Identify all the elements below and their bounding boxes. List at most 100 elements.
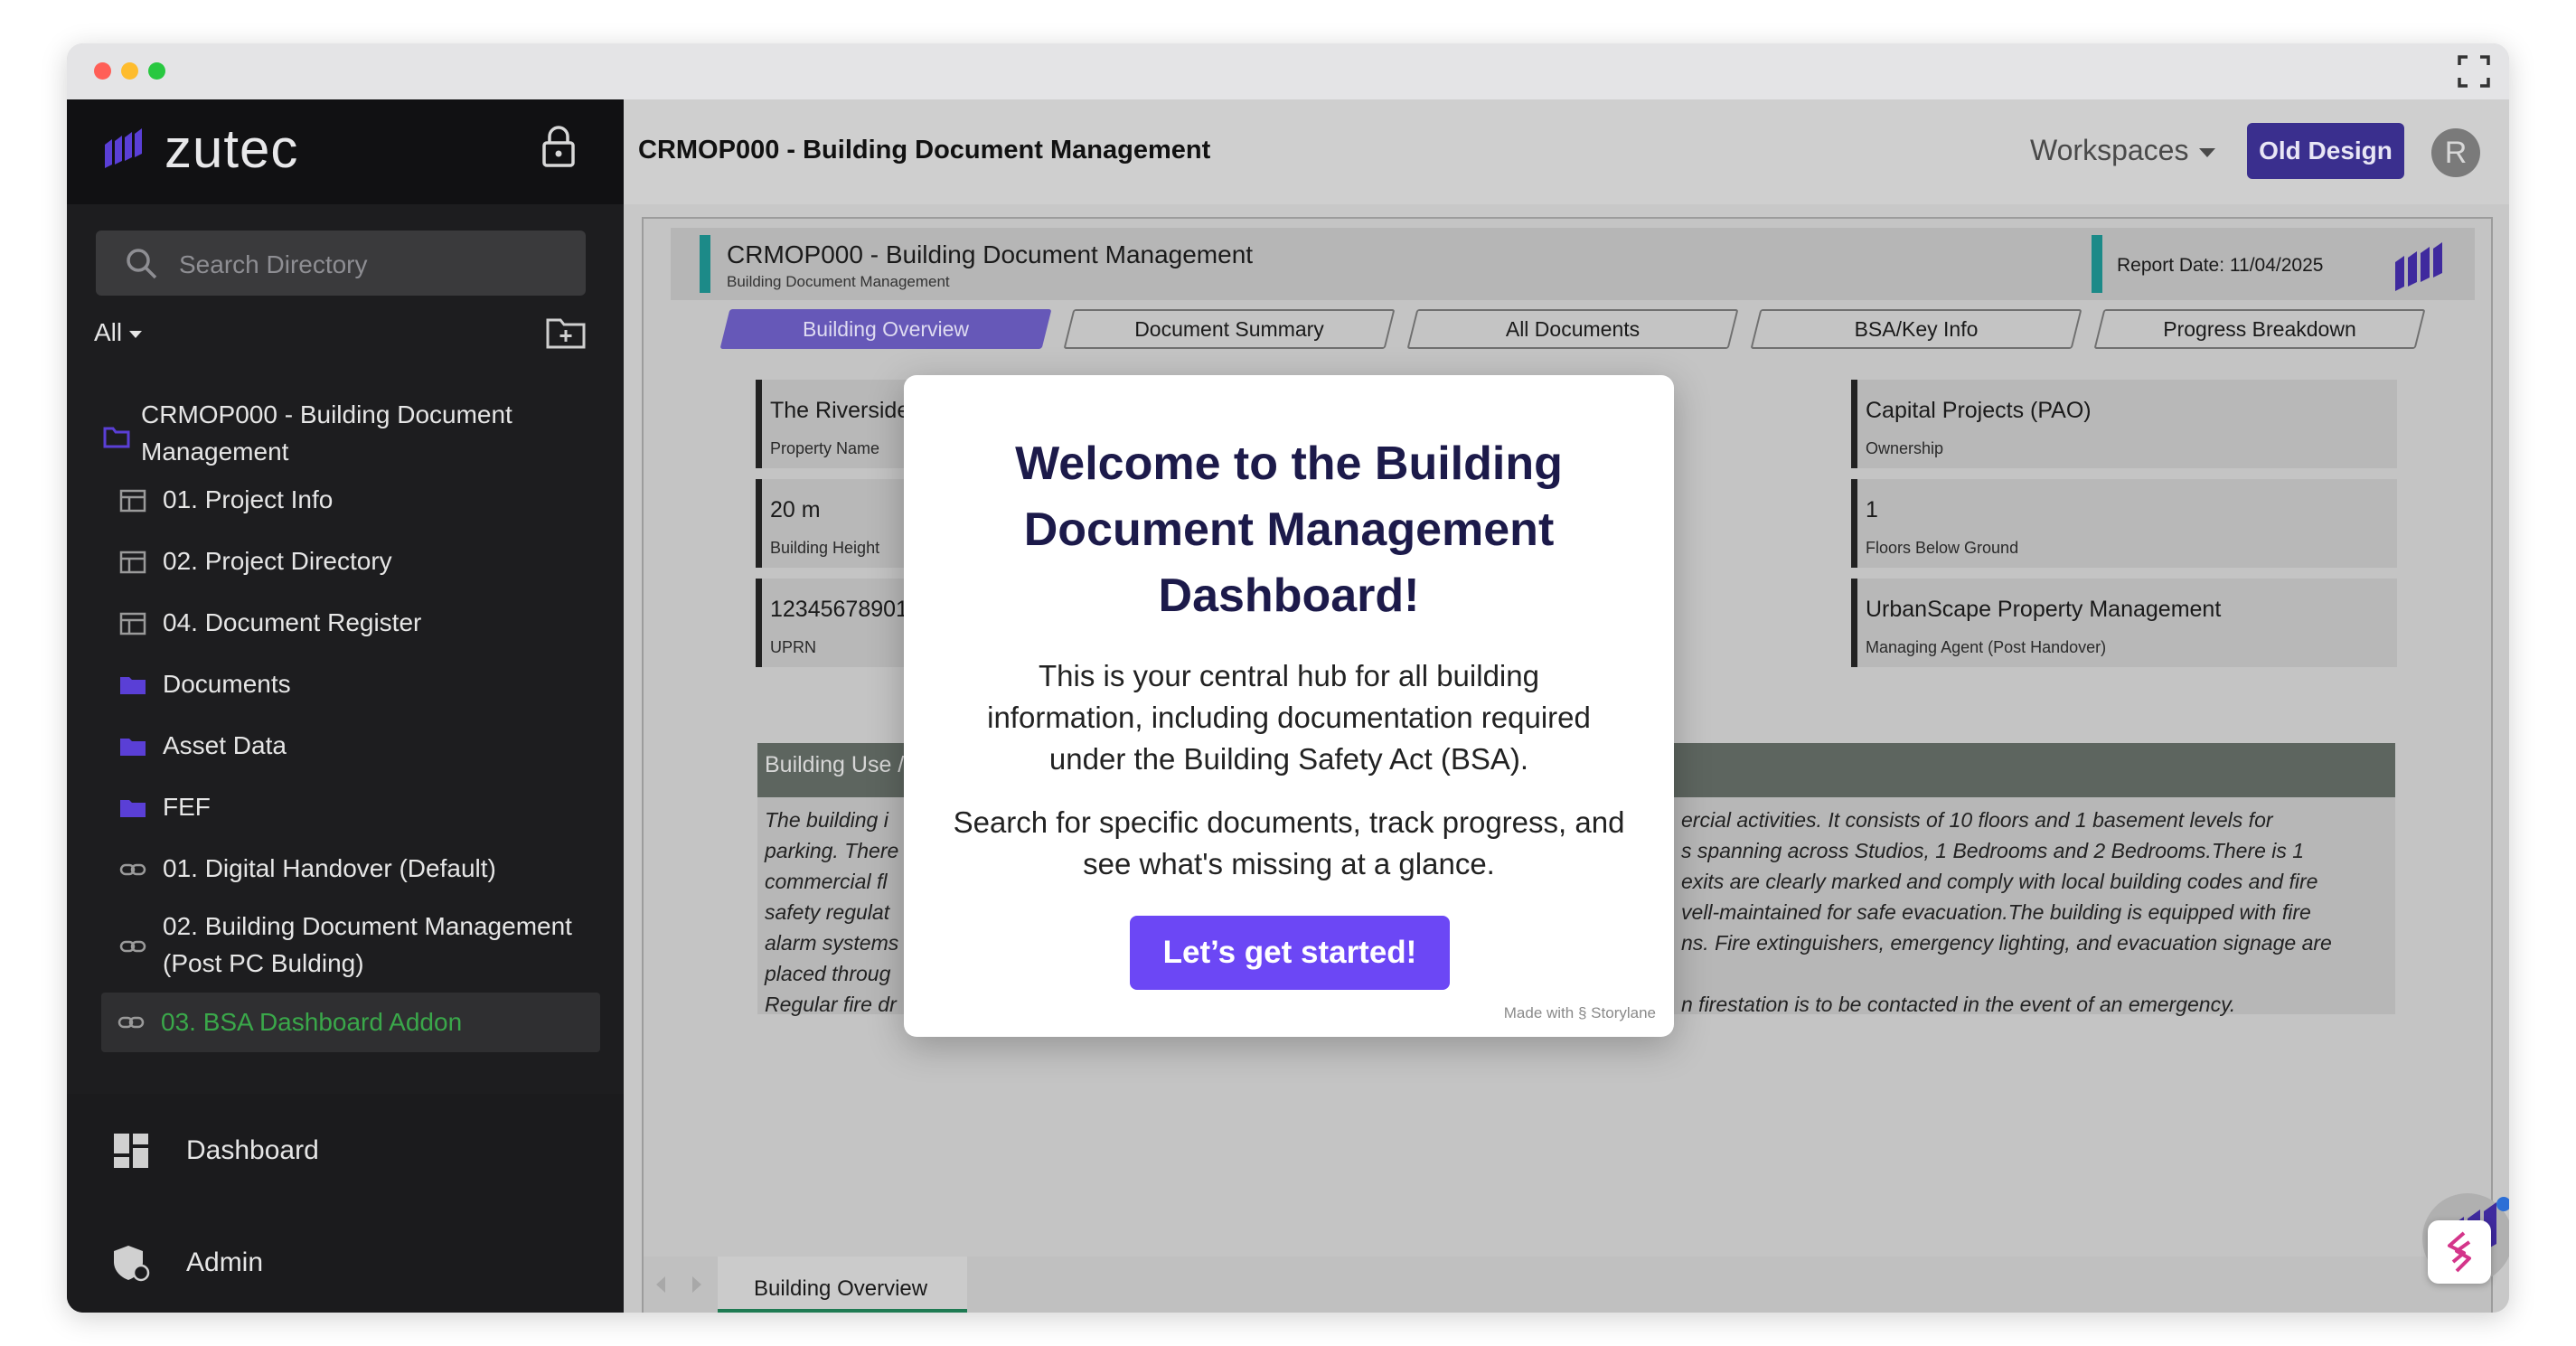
tab-building-overview[interactable]: Building Overview [719, 309, 1052, 349]
made-with-storylane[interactable]: Made with § Storylane [1504, 1004, 1656, 1022]
nav-admin-label: Admin [186, 1247, 264, 1277]
use-text-line: s spanning across Studios, 1 Bedrooms an… [1681, 839, 2305, 862]
storylane-logo-icon [2448, 1231, 2471, 1273]
card-value: Capital Projects (PAO) [1866, 398, 2092, 423]
nav-dashboard[interactable]: Dashboard [112, 1132, 383, 1170]
tree-item-asset-data[interactable]: Asset Data [103, 727, 606, 770]
tree-item-label: 03. BSA Dashboard Addon [161, 1008, 463, 1036]
tree-item-project-directory[interactable]: 02. Project Directory [103, 542, 606, 586]
table-icon [119, 489, 146, 513]
use-text-line: exits are clearly marked and comply with… [1681, 870, 2318, 893]
card-value: 12345678901 [770, 597, 908, 622]
filter-dropdown[interactable]: All [94, 318, 143, 347]
page-tab-label: Building Overview [754, 1276, 928, 1301]
tab-label: Building Overview [802, 317, 970, 341]
ownership-card: Capital Projects (PAO) Ownership [1851, 380, 2397, 468]
tree-item-label: 01. Digital Handover (Default) [163, 854, 496, 882]
fullscreen-icon[interactable] [2457, 54, 2491, 89]
card-caption: Managing Agent (Post Handover) [1866, 638, 2107, 656]
folder-icon [120, 739, 146, 756]
table-icon [119, 551, 146, 574]
page-tab-building-overview[interactable]: Building Overview [718, 1257, 967, 1313]
card-value: UrbanScape Property Management [1866, 597, 2222, 622]
link-icon [119, 940, 146, 953]
tab-label: BSA/Key Info [1854, 317, 1979, 341]
user-avatar[interactable]: R [2431, 128, 2480, 177]
tree-item-bsa-dashboard-addon[interactable]: 03. BSA Dashboard Addon [101, 993, 600, 1052]
use-text-line: ercial activities. It consists of 10 flo… [1681, 808, 2273, 832]
report-subtitle: Building Document Management [727, 273, 950, 290]
sidebar: zutec Search Directory All CRMOP000 - Bu… [67, 99, 624, 1313]
folder-icon [120, 677, 146, 694]
tree-item-digital-handover[interactable]: 01. Digital Handover (Default) [103, 850, 606, 893]
table-icon [119, 612, 146, 635]
lock-icon[interactable] [541, 125, 577, 168]
card-value: 1 [1866, 497, 1878, 522]
tree-item-label: Asset Data [163, 731, 287, 759]
report-date: Report Date: 11/04/2025 [2117, 255, 2324, 276]
add-folder-icon[interactable] [546, 316, 586, 349]
floors-below-ground-card: 1 Floors Below Ground [1851, 479, 2397, 568]
tree-item-crmop000[interactable]: CRMOP000 - Building Document Management [103, 396, 606, 477]
tree-item-label: 02. Project Directory [163, 547, 392, 575]
use-text-line: alarm systems [765, 931, 899, 955]
tree-item-label: Documents [163, 670, 291, 698]
tab-bsa-key-info[interactable]: BSA/Key Info [1750, 309, 2082, 349]
tree-item-documents[interactable]: Documents [103, 665, 606, 709]
prev-page-arrow-icon[interactable] [656, 1276, 665, 1293]
tree-item-label: 01. Project Info [163, 485, 334, 513]
top-header: CRMOP000 - Building Document Management … [624, 99, 2509, 204]
nav-admin[interactable]: Admin [112, 1244, 383, 1282]
caret-down-icon [129, 330, 143, 338]
tab-label: All Documents [1505, 317, 1641, 341]
get-started-button[interactable]: Let’s get started! [1130, 916, 1450, 990]
accent-bar [2092, 235, 2102, 293]
modal-description-secondary: Search for specific documents, track pro… [953, 805, 1625, 880]
tree-item-label: FEF [163, 793, 211, 821]
page-title: CRMOP000 - Building Document Management [638, 136, 1211, 165]
storylane-label: Storylane [1591, 1004, 1656, 1021]
made-with-label: Made with [1503, 1004, 1575, 1021]
card-caption: Property Name [770, 439, 880, 457]
accent-bar [700, 235, 710, 293]
dashboard-icon [114, 1134, 148, 1168]
tree-item-document-register[interactable]: 04. Document Register [103, 604, 606, 647]
old-design-button[interactable]: Old Design [2247, 123, 2404, 179]
page-tabs-bar: Building Overview [644, 1257, 2491, 1313]
building-use-label: Building Use / [765, 752, 905, 777]
card-caption: Floors Below Ground [1866, 539, 2019, 557]
minimize-window-dot[interactable] [121, 62, 138, 80]
search-placeholder: Search Directory [179, 250, 368, 278]
tree-item-label: 04. Document Register [163, 608, 422, 636]
next-page-arrow-icon[interactable] [692, 1276, 701, 1293]
workspaces-dropdown[interactable]: Workspaces [2030, 134, 2216, 167]
storylane-badge[interactable] [2428, 1220, 2491, 1284]
use-text-line: parking. There [765, 839, 899, 862]
tree-item-label: 02. Building Document Management (Post P… [163, 912, 572, 977]
link-icon [118, 1016, 145, 1029]
use-text-line: Regular fire dr [765, 993, 897, 1016]
title-bar [67, 43, 2509, 99]
tree-item-project-info[interactable]: 01. Project Info [103, 481, 606, 524]
link-icon [119, 863, 146, 876]
maximize-window-dot[interactable] [148, 62, 165, 80]
tab-label: Document Summary [1134, 317, 1324, 341]
tab-progress-breakdown[interactable]: Progress Breakdown [2093, 309, 2426, 349]
zutec-logo-icon [105, 128, 142, 168]
tree-item-fef[interactable]: FEF [103, 788, 606, 832]
managing-agent-card: UrbanScape Property Management Managing A… [1851, 579, 2397, 667]
bottom-nav: Dashboard Admin [67, 1094, 624, 1313]
search-directory-input[interactable]: Search Directory [96, 231, 586, 296]
storylane-mini-icon: § [1577, 1004, 1587, 1021]
tab-all-documents[interactable]: All Documents [1406, 309, 1739, 349]
nav-dashboard-label: Dashboard [186, 1135, 319, 1165]
use-text-line: placed throug [765, 962, 891, 985]
close-window-dot[interactable] [94, 62, 111, 80]
zutec-logo-icon [2395, 242, 2442, 291]
welcome-modal: Welcome to the Building Document Managem… [904, 375, 1674, 1037]
report-header: CRMOP000 - Building Document Management … [671, 228, 2475, 300]
card-caption: UPRN [770, 638, 817, 656]
tree-item-building-doc-mgmt-post-pc[interactable]: 02. Building Document Management (Post P… [103, 908, 606, 987]
tab-document-summary[interactable]: Document Summary [1063, 309, 1396, 349]
modal-title: Welcome to the Building Document Managem… [1015, 438, 1563, 622]
